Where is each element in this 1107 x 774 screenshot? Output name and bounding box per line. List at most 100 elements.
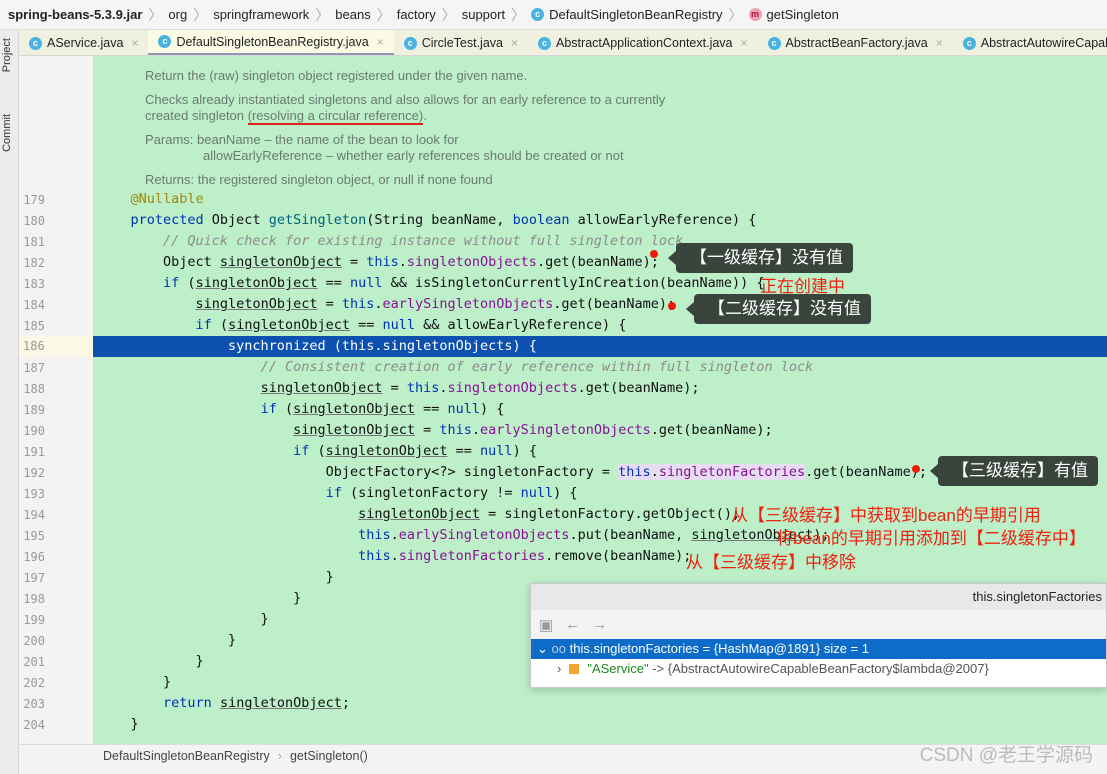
code-token: earlySingletonObjects [398, 527, 570, 543]
close-icon[interactable]: × [377, 35, 384, 49]
code-line[interactable]: synchronized (this.singletonObjects) { [93, 336, 1107, 357]
java-class-icon: c [29, 36, 42, 50]
code-line[interactable]: singletonObject = this.earlySingletonObj… [93, 420, 1107, 441]
breadcrumb-separator: 〉 [148, 6, 163, 23]
code-line[interactable]: // Consistent creation of early referenc… [93, 357, 1107, 378]
editor-tabs: c AService.java × c DefaultSingletonBeanRegi… [19, 30, 1107, 56]
line-number: 196 [23, 550, 45, 564]
code-line[interactable]: } [93, 714, 1107, 735]
breadcrumb-label: support [461, 7, 506, 22]
breadcrumb-item[interactable]: support [462, 7, 505, 22]
code-line[interactable]: this.singletonFactories.remove(beanName)… [93, 546, 1107, 567]
code-token: == [447, 443, 481, 459]
entry-value: -> {AbstractAutowireCapableBeanFactory$l… [648, 661, 989, 676]
breadcrumb-separator: 〉 [441, 6, 456, 23]
code-token: singletonObject [325, 443, 448, 459]
tree-row-aservice[interactable]: › "AService" -> {AbstractAutowireCapableB… [531, 659, 1106, 679]
tab-defaultsingletonbeanregistry[interactable]: c DefaultSingletonBeanRegistry.java × [148, 30, 394, 55]
code-token: // Quick check for existing instance wit… [163, 233, 684, 249]
code-line[interactable]: return singletonObject; [93, 693, 1107, 714]
code-token: = [415, 422, 440, 438]
red-dot-marker [912, 465, 920, 473]
line-number: 184 [23, 298, 45, 312]
code-line[interactable]: // Quick check for existing instance wit… [93, 231, 1107, 252]
code-token: Object [98, 254, 220, 270]
code-line[interactable]: Object singletonObject = this.singletonO… [93, 252, 1107, 273]
breadcrumb-item[interactable]: c DefaultSingletonBeanRegistry [531, 7, 723, 22]
breadcrumb-item[interactable]: org [168, 7, 187, 22]
code-line[interactable]: protected Object getSingleton(String bea… [93, 210, 1107, 231]
tab-aservice[interactable]: c AService.java × [19, 30, 148, 55]
close-icon[interactable]: × [936, 36, 943, 50]
code-token: singletonObject [228, 317, 350, 333]
code-token: = singletonFactory.getObject(); [480, 506, 741, 522]
breadcrumb-item[interactable]: m getSingleton [748, 7, 839, 22]
forward-arrow-icon[interactable]: → [592, 616, 607, 633]
breadcrumb-item[interactable]: factory [397, 7, 436, 22]
code-token: ; [341, 695, 351, 711]
tab-label: AbstractBeanFactory.java [785, 36, 928, 50]
back-arrow-icon[interactable]: ← [565, 616, 580, 633]
crumb-class[interactable]: DefaultSingletonBeanRegistry [103, 749, 270, 763]
line-number: 180 [23, 214, 45, 228]
code-token: ) { [512, 443, 537, 459]
folder-icon[interactable]: ▣ [539, 616, 553, 634]
code-token: singletonObject [219, 254, 342, 270]
line-number: 200 [23, 634, 45, 648]
code-token: singletonObject [195, 296, 318, 312]
code-line[interactable]: if (singletonObject == null) { [93, 399, 1107, 420]
tab-abstractautowirecapablebeanfactory[interactable]: c AbstractAutowireCapableBeanFactory.java… [953, 30, 1107, 55]
code-token: .get(beanName); [650, 422, 773, 438]
line-number: 204 [23, 718, 45, 732]
close-icon[interactable]: × [131, 36, 138, 50]
code-token: Object [203, 212, 269, 228]
crumb-method[interactable]: getSingleton() [290, 749, 368, 763]
code-token: } [98, 653, 204, 669]
breadcrumb-item[interactable]: springframework [213, 7, 309, 22]
code-line[interactable]: @Nullable [93, 189, 1107, 210]
line-number: 181 [23, 235, 45, 249]
java-class-icon: c [158, 35, 172, 48]
code-token: .get(beanName); [805, 464, 928, 480]
close-icon[interactable]: × [511, 36, 518, 50]
commit-tool-tab[interactable]: Commit [1, 114, 13, 152]
tree-row-singleton-factories[interactable]: ⌄ oo this.singletonFactories = {HashMap@… [531, 639, 1106, 659]
breadcrumb-item[interactable]: spring-beans-5.3.9.jar [8, 7, 142, 22]
line-number: 189 [23, 403, 45, 417]
callout-level3: 【三级缓存】有值 [930, 456, 1098, 486]
code-token: (String beanName, [366, 212, 513, 228]
tab-abstractbeanfactory[interactable]: c AbstractBeanFactory.java × [758, 30, 953, 55]
annotation-line195: 将bean的早期引用添加到【二级缓存中】 [776, 529, 1086, 548]
chevron-down-icon[interactable]: ⌄ [537, 641, 548, 656]
code-token: protected [130, 212, 204, 228]
javadoc-text: created singleton [145, 108, 248, 123]
code-token: if [195, 317, 212, 333]
code-token: // Consistent creation of early referenc… [260, 359, 814, 375]
code-token: if [293, 443, 310, 459]
line-number: 194 [23, 508, 45, 522]
code-line[interactable]: singletonObject = this.earlySingletonObj… [93, 294, 1107, 315]
close-icon[interactable]: × [741, 36, 748, 50]
tab-circletest[interactable]: c CircleTest.java × [394, 30, 528, 55]
chevron-right-icon[interactable]: › [557, 661, 561, 676]
code-line[interactable]: singletonObject = this.singletonObjects.… [93, 378, 1107, 399]
code-token: (singletonFactory != [341, 485, 521, 501]
code-line[interactable]: if (singletonObject == null && allowEarl… [93, 315, 1107, 336]
callout-level1: 【一级缓存】没有值 [668, 243, 853, 273]
tab-abstractapplicationcontext[interactable]: c AbstractApplicationContext.java × [528, 30, 758, 55]
breadcrumb-item[interactable]: beans [335, 7, 370, 22]
code-line[interactable]: if (singletonObject == null && isSinglet… [93, 273, 1107, 294]
breadcrumb-separator: 〉 [511, 6, 526, 23]
line-number: 188 [23, 382, 45, 396]
project-tool-tab[interactable]: Project [1, 38, 13, 72]
code-token: null [447, 401, 481, 417]
code-token: singletonObjects [447, 380, 578, 396]
callout-level2: 【二级缓存】没有值 [686, 294, 871, 324]
code-token: . [390, 527, 399, 543]
